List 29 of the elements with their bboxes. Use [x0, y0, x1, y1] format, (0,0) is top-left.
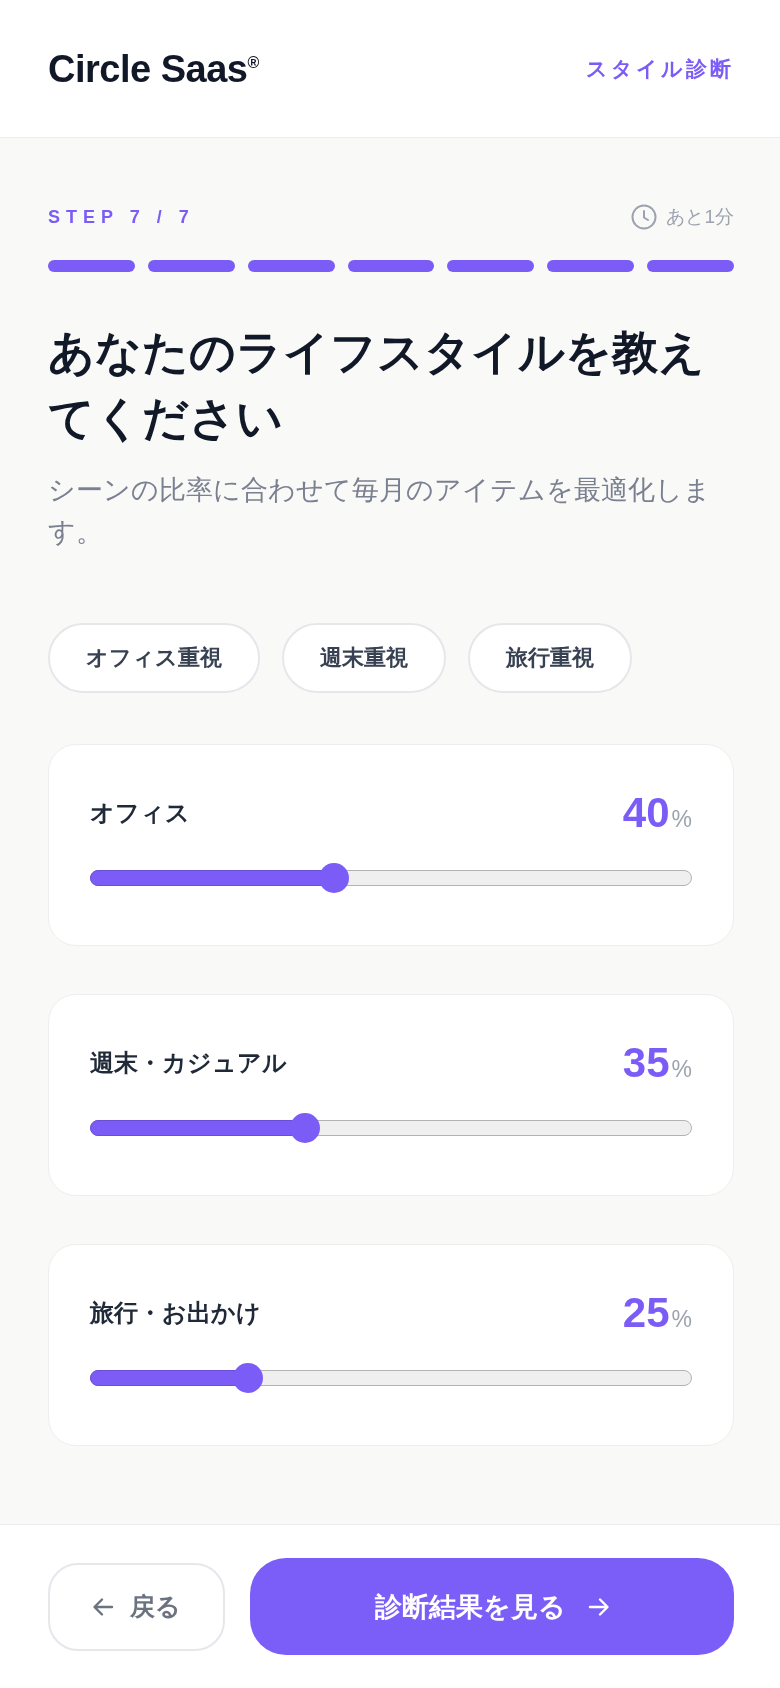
question-description: シーンの比率に合わせて毎月のアイテムを最適化します。 — [48, 474, 712, 549]
slider-label: オフィス — [90, 798, 190, 828]
preset-chip[interactable]: 週末重視 — [282, 623, 446, 693]
percent-value: 35 — [622, 1042, 670, 1084]
logo: Circle Saas$^{®}$ — [48, 46, 260, 92]
slider[interactable] — [90, 1362, 692, 1394]
percent-value: 40 — [622, 792, 670, 834]
slider-label: 週末・カジュアル — [90, 1048, 287, 1078]
time-remaining: あと1分 — [666, 205, 734, 229]
question-title: あなたのライフスタイルを教えてください — [48, 325, 706, 446]
percent-unit: % — [671, 1306, 692, 1333]
percent-unit: % — [671, 806, 692, 833]
next-button[interactable]: 診断結果を見る — [250, 1558, 734, 1655]
step-counter: STEP 7 / 7 — [48, 206, 195, 228]
back-button[interactable]: 戻る — [48, 1562, 225, 1651]
slider[interactable] — [90, 862, 692, 894]
preset-chip[interactable]: 旅行重視 — [468, 623, 632, 693]
slider-thumb[interactable] — [318, 863, 349, 893]
section-label: スタイル診断 — [586, 55, 734, 82]
arrow-left-icon — [92, 1595, 114, 1618]
slider-thumb[interactable] — [290, 1113, 321, 1143]
slider-thumb[interactable] — [233, 1363, 263, 1393]
slider-label: 旅行・お出かけ — [90, 1298, 261, 1328]
percent-value: 25 — [622, 1292, 670, 1334]
arrow-right-icon — [587, 1595, 610, 1618]
slider[interactable] — [90, 1112, 692, 1144]
percent-unit: % — [671, 1056, 692, 1083]
clock-icon — [631, 204, 658, 230]
preset-chip[interactable]: オフィス重視 — [48, 623, 260, 693]
